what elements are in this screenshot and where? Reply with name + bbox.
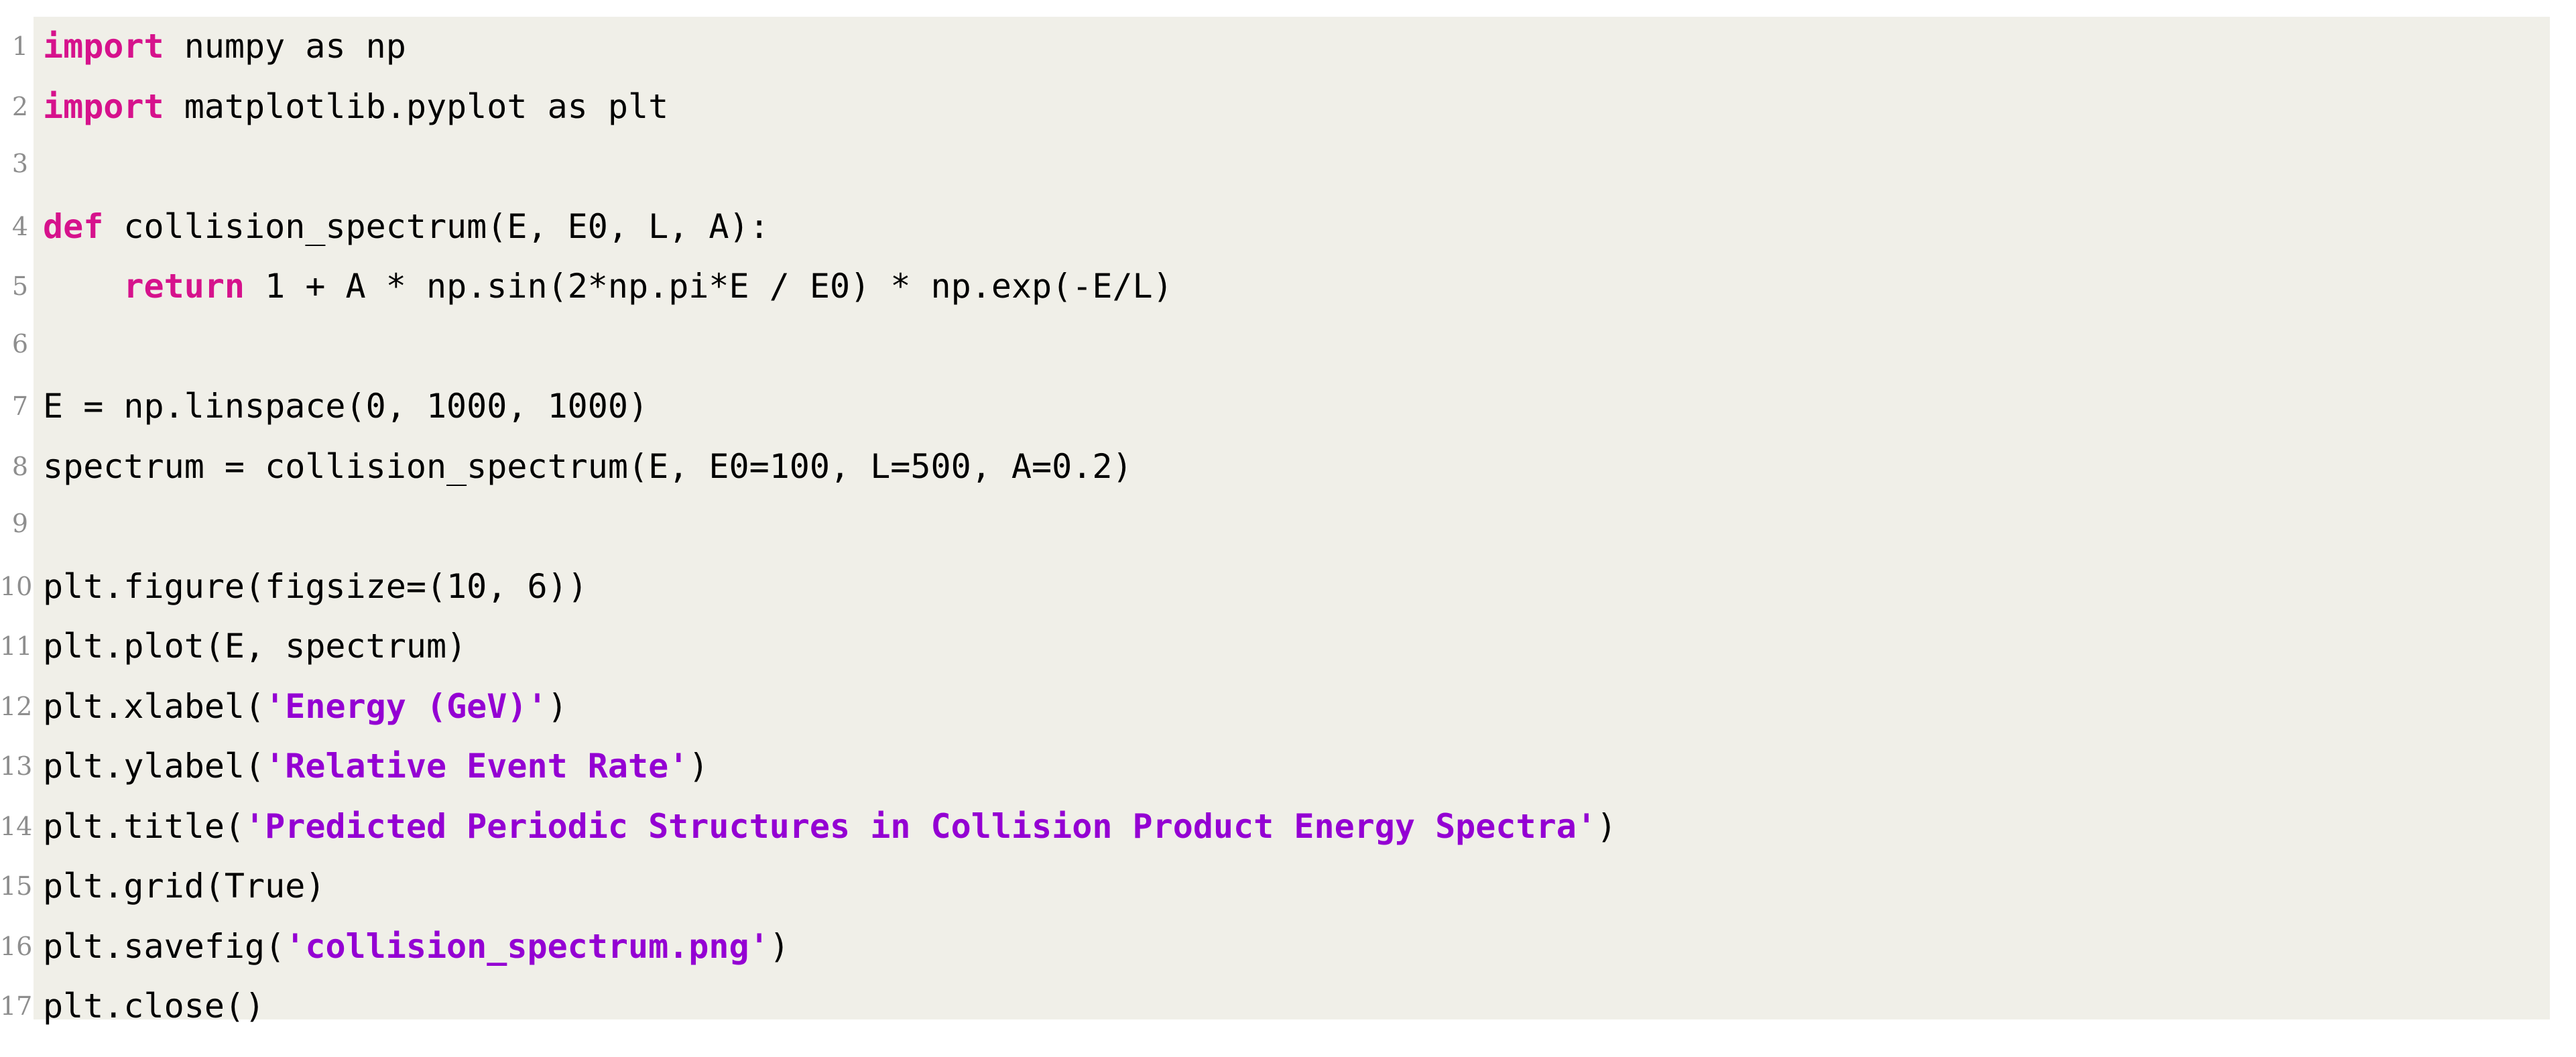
code-token-pl: 1 + A * np.sin(2*np.pi*E / E0) * np.exp(… [245,267,1173,306]
line-number: 8 [11,451,28,481]
code-line[interactable]: 7 E = np.linspace(0, 1000, 1000) [0,377,2576,437]
code-token-pl: plt.ylabel( [43,747,265,786]
code-token-str: 'Predicted Periodic Structures in Collis… [245,806,1597,846]
code-line[interactable]: 9 [0,497,2576,557]
code-line-text[interactable]: plt.title('Predicted Periodic Structures… [28,797,2576,857]
code-line[interactable]: 12 plt.xlabel('Energy (GeV)') [0,677,2576,737]
line-number: 4 [11,211,28,241]
code-token-pl: plt.savefig( [43,926,286,966]
code-token-pl: plt.plot(E, spectrum) [43,627,467,666]
code-token-pl: plt.figure(figsize=(10, 6)) [43,566,588,606]
code-line-text[interactable]: plt.grid(True) [28,857,2576,917]
code-line[interactable]: 8 spectrum = collision_spectrum(E, E0=100… [0,437,2576,497]
code-token-pl: spectrum = collision_spectrum(E, E0=100,… [43,446,1133,486]
code-token-pl: plt.close() [43,987,265,1025]
code-token-pl: plt.title( [43,806,245,846]
code-token-pl: E = np.linspace(0, 1000, 1000) [43,387,649,426]
code-token-kw: import [43,27,164,66]
line-number: 1 [11,32,28,61]
code-token-str: 'collision_spectrum.png' [285,926,770,966]
code-token-pl: numpy as np [164,27,406,66]
code-token-kw: import [43,86,164,126]
line-number: 13 [0,751,33,781]
line-number: 12 [0,691,33,721]
code-line-text[interactable]: plt.close() [28,977,2576,1037]
code-token-pl: ) [769,926,790,966]
code-line[interactable]: 3 [0,137,2576,197]
code-token-pl: ) [688,747,709,786]
code-token-kw: def [43,206,104,246]
code-line-text[interactable]: plt.xlabel('Energy (GeV)') [28,677,2576,737]
code-line[interactable]: 17 plt.close() [0,977,2576,1037]
code-line[interactable]: 1 import numpy as np [0,17,2576,77]
code-token-pl: ) [1596,806,1617,846]
line-number: 15 [0,871,33,901]
line-number: 17 [0,991,33,1021]
code-line-text[interactable]: def collision_spectrum(E, E0, L, A): [28,197,2576,257]
line-number: 3 [11,149,28,178]
code-line[interactable]: 16 plt.savefig('collision_spectrum.png') [0,917,2576,977]
code-token-str: 'Energy (GeV)' [265,686,548,726]
code-line-text[interactable]: import numpy as np [28,17,2576,77]
line-number: 14 [0,811,33,841]
code-line[interactable]: 10 plt.figure(figsize=(10, 6)) [0,557,2576,617]
code-line-text[interactable]: plt.figure(figsize=(10, 6)) [28,557,2576,617]
code-line[interactable]: 14 plt.title('Predicted Periodic Structur… [0,797,2576,857]
code-line-text[interactable]: plt.ylabel('Relative Event Rate') [28,737,2576,797]
code-line[interactable]: 13 plt.ylabel('Relative Event Rate') [0,737,2576,797]
code-line[interactable]: 15 plt.grid(True) [0,857,2576,917]
code-line[interactable]: 11 plt.plot(E, spectrum) [0,617,2576,677]
code-listing: 1 import numpy as np 2 import matplotlib.py… [0,0,2576,1057]
line-number: 9 [11,509,28,538]
code-lines-container: 1 import numpy as np 2 import matplotlib.py… [0,17,2576,1037]
code-token-pl: plt.xlabel( [43,686,265,726]
code-token-pl: plt.grid(True) [43,867,326,906]
code-token-pl: ) [547,686,568,726]
line-number: 2 [11,91,28,121]
line-number: 16 [0,931,33,961]
code-line[interactable]: 4 def collision_spectrum(E, E0, L, A): [0,197,2576,257]
code-line-text[interactable]: return 1 + A * np.sin(2*np.pi*E / E0) * … [28,257,2576,317]
code-line-text[interactable]: E = np.linspace(0, 1000, 1000) [28,377,2576,437]
code-token-pl: collision_spectrum(E, E0, L, A): [103,206,770,246]
code-line-text[interactable]: plt.savefig('collision_spectrum.png') [28,917,2576,977]
code-line-text[interactable]: import matplotlib.pyplot as plt [28,77,2576,137]
line-number: 5 [11,271,28,301]
line-number: 6 [11,328,28,359]
code-token-kw: return [123,267,245,306]
code-line[interactable]: 2 import matplotlib.pyplot as plt [0,77,2576,137]
code-token-pl: matplotlib.pyplot as plt [164,86,669,126]
code-line[interactable]: 5 return 1 + A * np.sin(2*np.pi*E / E0) … [0,257,2576,317]
code-line-text[interactable]: plt.plot(E, spectrum) [28,617,2576,677]
line-number: 7 [11,391,28,421]
code-line[interactable]: 6 [0,317,2576,377]
code-token-str: 'Relative Event Rate' [265,747,689,786]
line-number: 10 [0,571,33,601]
code-line-text[interactable]: spectrum = collision_spectrum(E, E0=100,… [28,437,2576,497]
line-number: 11 [0,631,33,661]
